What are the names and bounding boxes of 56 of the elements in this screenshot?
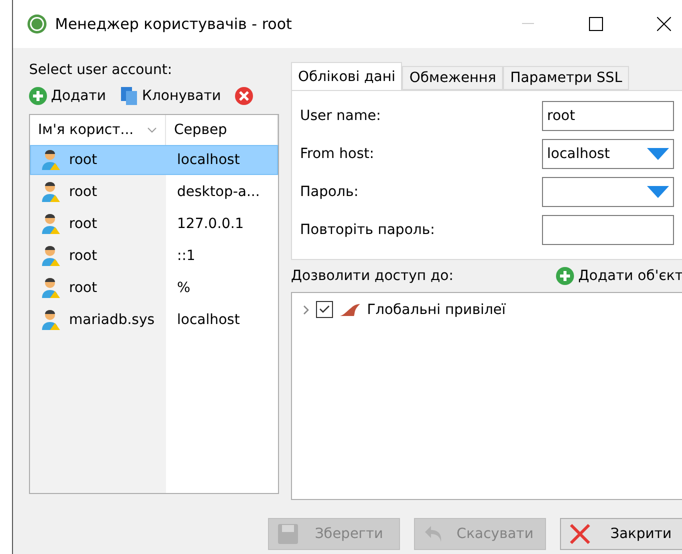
input-field[interactable]: [542, 215, 674, 245]
delete-button[interactable]: [235, 87, 253, 105]
field-label: Пароль:: [300, 184, 360, 200]
add-button[interactable]: Додати: [29, 87, 106, 105]
window-title: Менеджер користувачів - root: [55, 15, 293, 33]
field-label: From host:: [300, 146, 376, 162]
host-cell-text: 127.0.0.1: [176, 216, 245, 232]
user-cell: root: [69, 216, 98, 232]
user-cell: root: [69, 152, 98, 168]
user-row[interactable]: root localhost: [30, 145, 278, 175]
dropdown-arrow-icon: [647, 148, 669, 160]
checkmark-icon: [319, 305, 330, 314]
minimize-icon: [522, 23, 534, 25]
add-icon: [29, 87, 47, 105]
close-icon: [657, 17, 671, 31]
add-icon: [556, 267, 574, 285]
field-label: Повторіть пароль:: [300, 222, 436, 238]
app-logo-icon: [27, 14, 47, 34]
host-cell-text: ::1: [176, 248, 196, 264]
host-cell-text: desktop-a...: [176, 184, 261, 200]
user-warning-icon: [41, 213, 61, 235]
user-cell: root: [69, 248, 98, 264]
combo-box[interactable]: localhost: [542, 139, 674, 169]
host-cell-text: localhost: [176, 152, 241, 168]
user-cell: root: [69, 184, 98, 200]
close-button[interactable]: Закрити: [560, 518, 682, 550]
user-warning-icon: [41, 277, 61, 299]
delete-icon: [235, 87, 253, 105]
user-row[interactable]: root ::1: [30, 241, 278, 271]
section-label: Дозволити доступ до:: [291, 268, 454, 284]
host-cell-text: localhost: [176, 312, 241, 328]
maximize-icon: [589, 17, 603, 31]
section-label: Select user account:: [29, 62, 174, 78]
combo-box[interactable]: [542, 177, 674, 207]
tab[interactable]: Облікові дані: [291, 62, 402, 90]
user-cell: mariadb.sys: [69, 312, 155, 328]
checkbox[interactable]: [316, 301, 333, 318]
document-copy-icon: [120, 86, 138, 106]
close-icon: [569, 523, 591, 545]
user-warning-icon: [41, 245, 61, 267]
user-warning-icon: [41, 309, 61, 331]
host-cell-text: %: [176, 280, 192, 296]
user-cell: root: [69, 280, 98, 296]
input-field[interactable]: root: [542, 101, 674, 131]
tab[interactable]: Обмеження: [402, 66, 504, 90]
clone-button[interactable]: Клонувати: [120, 86, 221, 106]
user-warning-icon: [41, 181, 61, 203]
user-row[interactable]: root desktop-a...: [30, 177, 278, 207]
user-row[interactable]: root 127.0.0.1: [30, 209, 278, 239]
user-warning-icon: [41, 149, 61, 171]
user-row[interactable]: root %: [30, 273, 278, 303]
tab[interactable]: Параметри SSL: [503, 66, 630, 90]
user-row[interactable]: mariadb.sys localhost: [30, 305, 278, 335]
dropdown-arrow-icon: [647, 186, 669, 198]
field-label: User name:: [300, 108, 382, 124]
tree-item-label[interactable]: Глобальні привілеї: [367, 302, 506, 318]
